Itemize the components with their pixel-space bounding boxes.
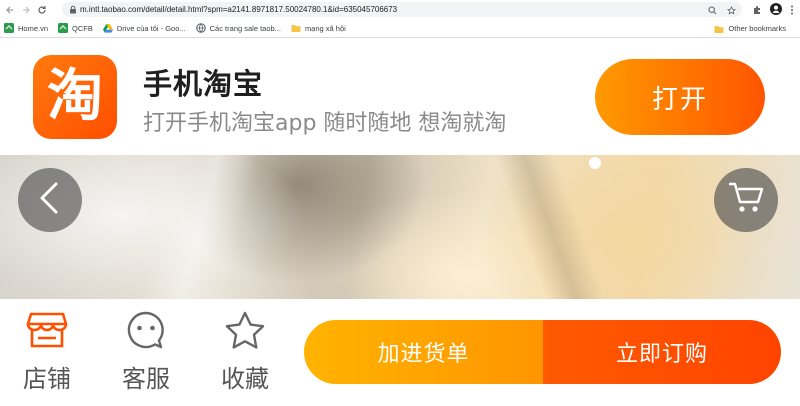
taobao-app-icon[interactable]: 淘 [33,55,117,139]
product-image [0,155,800,299]
bookmark-star-icon[interactable] [726,0,737,19]
star-icon [224,311,266,353]
home-vn-icon [4,23,14,33]
favorite-button[interactable]: 收藏 [210,311,280,394]
cart-button[interactable] [714,168,778,232]
app-download-banner: 淘 手机淘宝 打开手机淘宝app 随时随地 想淘就淘 打开 [0,39,800,155]
back-arrow-icon[interactable] [2,0,18,19]
bookmark-home-vn[interactable]: Home.vn [0,19,54,38]
store-icon [26,311,68,353]
bookmark-folder-social[interactable]: mạng xã hội [287,19,352,38]
qcfb-icon [58,23,69,33]
image-indicator-dot [589,157,601,169]
customer-service-icon [125,311,167,353]
customer-service-label: 客服 [122,365,170,393]
bottom-action-bar: 店铺 客服 收藏 加进货单 立即订购 [0,299,800,406]
buy-now-button[interactable]: 立即订购 [543,320,781,384]
forward-arrow-icon[interactable] [18,0,34,19]
open-app-button[interactable]: 打开 [595,59,765,135]
extensions-icon[interactable] [752,0,762,19]
store-button[interactable]: 店铺 [12,311,82,394]
app-subtitle: 打开手机淘宝app 随时随地 想淘就淘 [143,111,507,136]
fabric-fold [493,155,607,299]
bookmark-other-folder[interactable]: Other bookmarks [710,19,792,38]
add-to-cart-button[interactable]: 加进货单 [304,320,543,384]
back-button[interactable] [18,168,82,232]
folder-icon [291,23,301,33]
address-bar[interactable]: m.intl.taobao.com/detail/detail.html?spm… [62,2,742,17]
app-icon-glyph: 淘 [47,64,103,129]
shopping-cart-icon [727,180,765,220]
folder-icon [714,24,724,34]
zoom-icon[interactable] [708,0,717,19]
bookmark-taobao-sales[interactable]: Các trang sale taob... [192,19,287,38]
fabric-fold [140,155,260,299]
bookmark-qcfb[interactable]: QCFB [54,19,99,38]
favorite-label: 收藏 [221,365,269,393]
bookmarks-bar: Home.vn QCFB Drive của tôi - Goo... Các … [0,19,800,38]
app-title: 手机淘宝 [143,67,264,101]
customer-service-button[interactable]: 客服 [111,311,181,394]
chevron-left-icon [36,180,64,220]
google-drive-icon [102,23,113,33]
reload-icon[interactable] [34,0,50,19]
profile-avatar[interactable] [770,0,782,19]
bookmark-google-drive[interactable]: Drive của tôi - Goo... [99,19,192,38]
browser-menu-icon[interactable] [790,0,794,19]
globe-icon [195,23,206,33]
url-text: m.intl.taobao.com/detail/detail.html?spm… [80,5,398,14]
store-label: 店铺 [23,365,71,393]
lock-icon[interactable] [66,5,80,14]
browser-toolbar: m.intl.taobao.com/detail/detail.html?spm… [0,0,800,19]
